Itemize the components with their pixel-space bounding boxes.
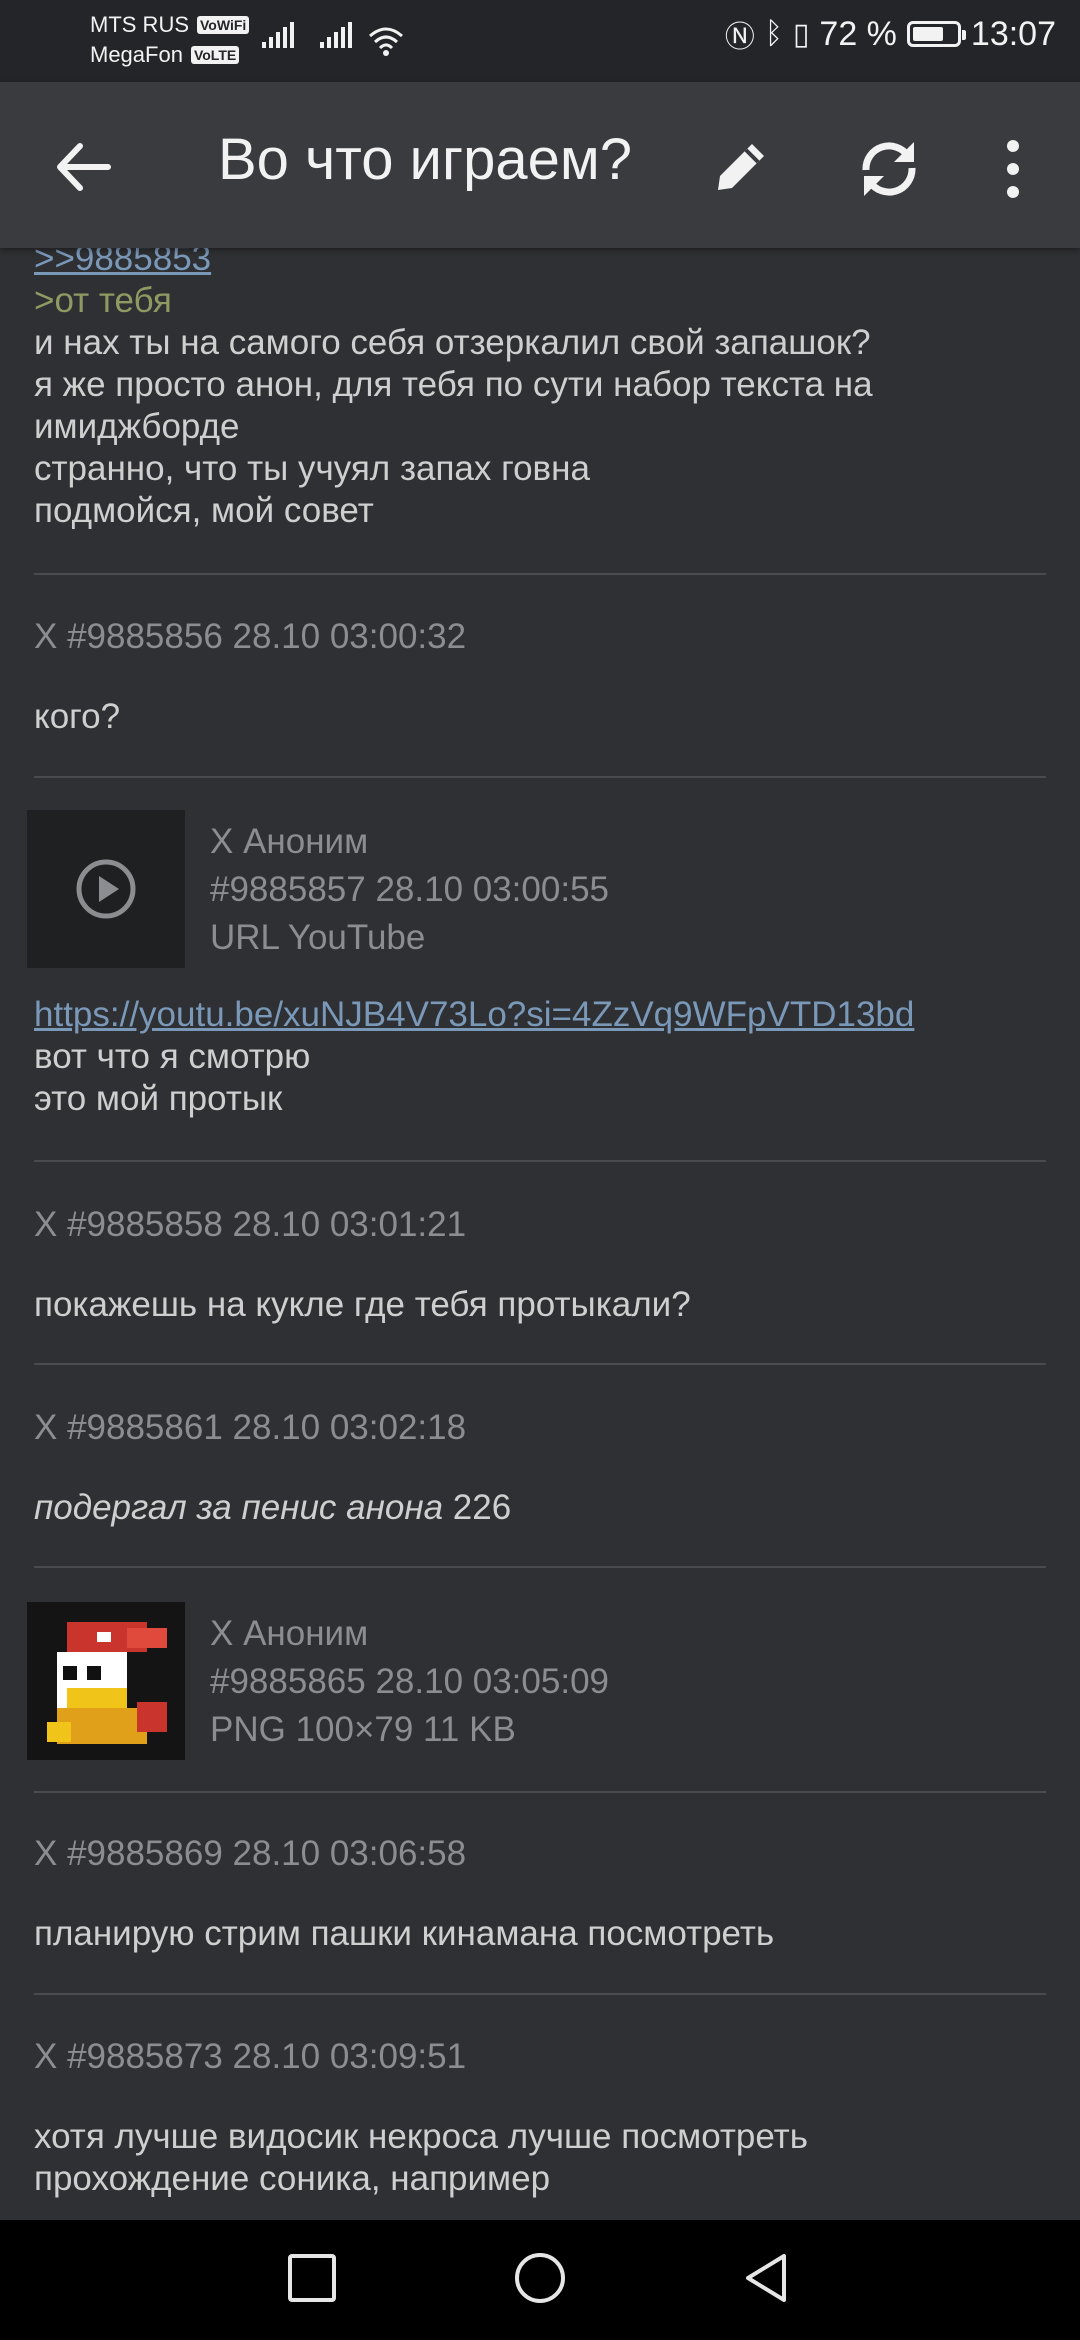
edit-pencil-icon[interactable] [706, 132, 776, 202]
post-author: X Аноним [210, 1614, 369, 1653]
carrier-2-name: MegaFon [90, 42, 183, 67]
post-divider [34, 573, 1046, 575]
post-number-date[interactable]: #9885865 28.10 03:05:09 [210, 1658, 609, 1706]
post-text-line: я же просто анон, для тебя по сути набор… [34, 365, 873, 404]
post-text-line: и нах ты на самого себя отзеркалил свой … [34, 323, 871, 362]
signal-icon [262, 22, 294, 48]
post-divider [34, 1791, 1046, 1793]
vowifi-badge: VoWiFi [197, 16, 250, 34]
post: X #9885858 28.10 03:01:21 покажешь на ку… [34, 1204, 1080, 1326]
post-text-line: покажешь на кукле где тебя протыкали? [34, 1285, 691, 1324]
post-meta[interactable]: X #9885873 28.10 03:09:51 [34, 2036, 1080, 2078]
image-thumbnail[interactable] [27, 1602, 185, 1760]
post-text-line: кого? [34, 697, 121, 736]
post: X #9885861 28.10 03:02:18 подергал за пе… [34, 1407, 1080, 1529]
wifi-icon [369, 27, 403, 56]
youtube-thumbnail[interactable] [27, 810, 185, 968]
post-text-line: подмойся, мой совет [34, 491, 374, 530]
youtube-link[interactable]: https://youtu.be/xuNJB4V73Lo?si=4ZzVq9WF… [34, 994, 1080, 1036]
battery-percent: 72 % [819, 14, 897, 53]
post-text-line: подергал за пенис анона 226 [34, 1487, 1080, 1529]
carrier-1-name: MTS RUS [90, 12, 189, 37]
post-text-line: планирую стрим пашки кинамана посмотреть [34, 1914, 775, 1953]
attachment-info: X Аноним #9885865 28.10 03:05:09 PNG 100… [210, 1610, 609, 1754]
volte-badge: VoLTE [190, 46, 240, 64]
reply-link[interactable]: >>9885853 [34, 248, 1080, 280]
post-text-line: вот что я смотрю [34, 1037, 311, 1076]
vibrate-icon: ▯ [792, 17, 810, 51]
post: X #9885869 28.10 03:06:58 планирую стрим… [34, 1833, 1080, 1955]
post-meta[interactable]: X #9885856 28.10 03:00:32 [34, 616, 1080, 658]
post-meta[interactable]: X #9885869 28.10 03:06:58 [34, 1833, 1080, 1875]
post-text-line: имиджборде [34, 407, 240, 446]
play-circle-icon [76, 859, 136, 919]
battery-icon [906, 21, 966, 47]
post: X #9885873 28.10 03:09:51 хотя лучше вид… [34, 2036, 1080, 2200]
post-author: X Аноним [210, 822, 369, 861]
back-triangle-icon[interactable] [740, 2250, 796, 2306]
post-divider [34, 1993, 1046, 1995]
clock: 13:07 [970, 14, 1056, 53]
system-status: Ⓝ ᛒ ▯ 72 % 13:07 [725, 12, 1056, 56]
quote-text: >от тебя [34, 281, 172, 320]
recent-apps-icon[interactable] [284, 2250, 340, 2306]
post-number-date[interactable]: #9885857 28.10 03:00:55 [210, 866, 609, 914]
attachment-info: X Аноним #9885857 28.10 03:00:55 URL You… [210, 818, 609, 962]
post-divider [34, 1363, 1046, 1365]
back-arrow-icon[interactable] [48, 132, 118, 202]
post-meta[interactable]: X #9885861 28.10 03:02:18 [34, 1407, 1080, 1449]
status-bar: MTS RUS VoWiFi MegaFon VoLTE Ⓝ ᛒ ▯ 72 % … [0, 0, 1080, 82]
attachment-type: URL YouTube [210, 918, 426, 957]
italic-text: подергал за пенис анона [34, 1488, 444, 1527]
post: X #9885856 28.10 03:00:32 кого? [34, 616, 1080, 738]
post-meta[interactable]: X #9885858 28.10 03:01:21 [34, 1204, 1080, 1246]
nfc-icon: Ⓝ [724, 21, 755, 54]
home-icon[interactable] [512, 2250, 568, 2306]
more-vertical-icon[interactable] [990, 132, 1036, 206]
pixel-duck-image [47, 1622, 167, 1744]
carrier-info: MTS RUS VoWiFi MegaFon VoLTE [90, 10, 250, 70]
thread-content[interactable]: >>9885853 >от тебя и нах ты на самого се… [0, 248, 1080, 2220]
post-divider [34, 776, 1046, 778]
attachment-type: PNG 100×79 11 KB [210, 1710, 516, 1749]
post-divider [34, 1566, 1046, 1568]
post-text-line: хотя лучше видосик некроса лучше посмотр… [34, 2117, 808, 2156]
post-divider [34, 1160, 1046, 1162]
post-text-line: это мой протык [34, 1079, 283, 1118]
thread-title: Во что играем? [218, 127, 633, 192]
bluetooth-icon: ᛒ [764, 17, 783, 50]
signal-icon [320, 22, 352, 48]
post: https://youtu.be/xuNJB4V73Lo?si=4ZzVq9WF… [34, 994, 1080, 1120]
toolbar: Во что играем? [0, 82, 1080, 248]
system-nav-bar [0, 2220, 1080, 2340]
refresh-icon[interactable] [852, 132, 926, 206]
post: >>9885853 >от тебя и нах ты на самого се… [34, 248, 1080, 532]
post-text-line: прохождение соника, например [34, 2159, 551, 2198]
post-text-line: странно, что ты учуял запах говна [34, 449, 590, 488]
plain-text: 226 [443, 1488, 512, 1527]
